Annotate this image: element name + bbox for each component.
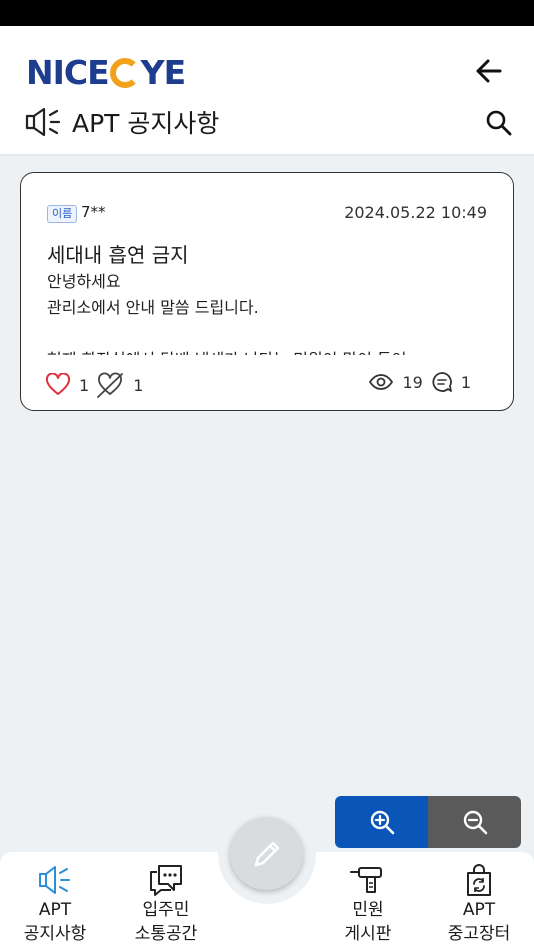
nice-eye-logo: NICE YE <box>26 52 186 92</box>
search-icon[interactable] <box>484 108 514 138</box>
like-count: 1 <box>79 375 90 395</box>
post-date: 2024.05.22 10:49 <box>344 203 487 222</box>
view-count: 19 <box>402 372 423 392</box>
page-title: APT 공지사항 <box>72 109 220 138</box>
zoom-in-icon <box>370 810 394 835</box>
shopping-bag-recycle-icon <box>467 864 491 896</box>
megaphone-icon <box>25 107 61 137</box>
zoom-in-button[interactable] <box>335 796 428 848</box>
eye-icon <box>369 374 394 390</box>
page-title-row: APT 공지사항 <box>24 102 219 142</box>
post-body-preview: 안녕하세요 관리소에서 안내 말씀 드립니다. 현재 화장실에서 담배 냄새가 … <box>47 272 406 355</box>
heart-icon[interactable] <box>45 373 71 397</box>
author-badge: 이름 <box>47 205 78 223</box>
chat-bubble-icon <box>150 865 182 896</box>
comment-count: 1 <box>460 372 471 392</box>
logo-eye-icon <box>109 58 140 88</box>
dislike-count: 1 <box>133 375 144 395</box>
back-arrow-icon[interactable] <box>470 52 508 90</box>
nav-item-complaint-board[interactable]: 민원 게시판 <box>318 862 418 946</box>
nav-item-apt-notice[interactable]: APT 공지사항 <box>5 862 105 946</box>
write-post-button[interactable] <box>230 817 303 890</box>
reaction-stats: 1 1 <box>45 371 149 399</box>
nav-item-resident-community[interactable]: 입주민 소통공간 <box>116 862 216 946</box>
post-card[interactable]: 이름 7** 2024.05.22 10:49 세대내 흡연 금지 안녕하세요 … <box>20 172 514 411</box>
dislike-heart-icon[interactable] <box>95 371 125 399</box>
zoom-out-icon <box>463 810 487 835</box>
post-subject: 세대내 흡연 금지 <box>47 243 189 267</box>
drill-icon <box>350 867 382 893</box>
comment-icon <box>432 372 452 392</box>
post-author: 7** <box>81 203 106 221</box>
pencil-icon <box>254 841 279 866</box>
status-bar <box>0 0 534 26</box>
megaphone-icon <box>39 866 70 894</box>
header-divider <box>0 154 534 156</box>
nav-item-apt-marketplace[interactable]: APT 중고장터 <box>429 862 529 946</box>
zoom-out-button[interactable] <box>428 796 521 848</box>
app-header: NICE YE APT 공지사항 <box>0 26 534 154</box>
view-comment-stats: 19 1 <box>368 371 479 393</box>
